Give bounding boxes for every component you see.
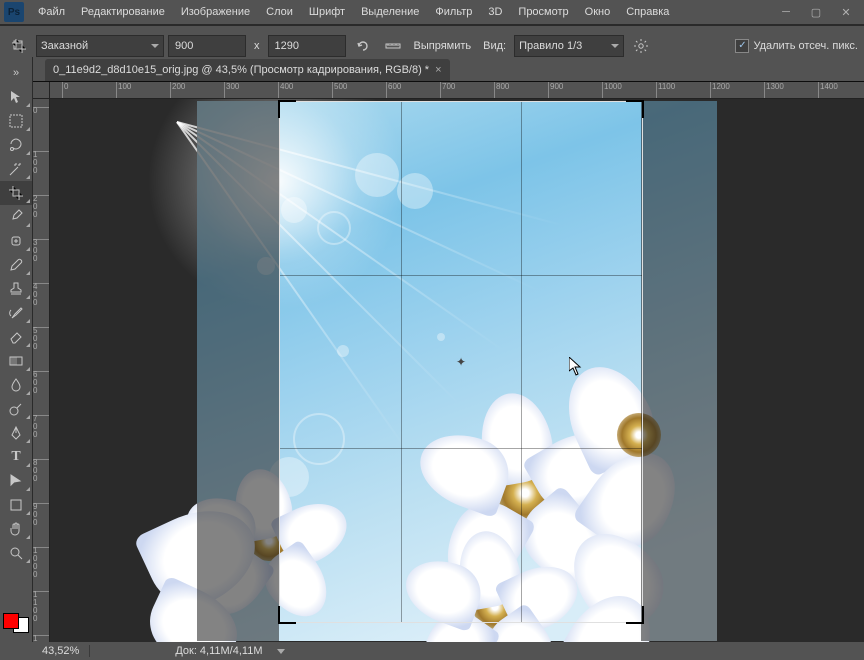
view-label: Вид: xyxy=(479,40,510,52)
window-minimize-icon[interactable]: ─ xyxy=(772,3,800,21)
tab-close-icon[interactable]: × xyxy=(435,64,441,76)
crop-tool-icon[interactable] xyxy=(6,33,32,59)
tool-rect-marquee[interactable] xyxy=(0,109,32,133)
app-logo-ps[interactable]: Ps xyxy=(4,2,24,22)
tool-eyedropper[interactable] xyxy=(0,205,32,229)
crop-center-icon: ✦ xyxy=(456,355,466,369)
tool-lasso[interactable] xyxy=(0,133,32,157)
straighten-button[interactable]: Выпрямить xyxy=(410,40,476,52)
crop-height-input[interactable]: 1290 xyxy=(268,35,346,57)
menu-edit[interactable]: Редактирование xyxy=(73,0,173,24)
document-tab[interactable]: 0_11e9d2_d8d10e15_orig.jpg @ 43,5% (Прос… xyxy=(45,59,450,81)
tool-brush[interactable] xyxy=(0,253,32,277)
menu-type[interactable]: Шрифт xyxy=(301,0,353,24)
toolbox: » T xyxy=(0,57,33,642)
canvas-viewport[interactable]: ✦ xyxy=(50,99,864,642)
clear-crop-icon[interactable] xyxy=(350,33,376,59)
status-zoom[interactable]: 43,52% xyxy=(32,645,90,657)
ratio-label: Заказной xyxy=(41,40,88,52)
tool-healing[interactable] xyxy=(0,229,32,253)
ratio-dropdown[interactable]: Заказной xyxy=(36,35,164,57)
menu-image[interactable]: Изображение xyxy=(173,0,258,24)
tool-zoom[interactable] xyxy=(0,541,32,565)
tool-move[interactable] xyxy=(0,85,32,109)
tool-eraser[interactable] xyxy=(0,325,32,349)
window-close-icon[interactable]: ✕ xyxy=(832,3,860,21)
crop-options-gear-icon[interactable] xyxy=(628,33,654,59)
ruler-vertical[interactable]: 0100200300400500600700800900100011001200 xyxy=(33,99,50,642)
menu-filter[interactable]: Фильтр xyxy=(427,0,480,24)
color-swatches[interactable] xyxy=(4,614,28,632)
tool-crop[interactable] xyxy=(0,181,32,205)
delete-cropped-label: Удалить отсеч. пикс. xyxy=(753,40,858,52)
menu-layers[interactable]: Слои xyxy=(258,0,301,24)
view-mode-value: Правило 1/3 xyxy=(519,40,582,52)
tool-shape[interactable] xyxy=(0,493,32,517)
tool-pen[interactable] xyxy=(0,421,32,445)
window-maximize-icon[interactable]: ▢ xyxy=(802,3,830,21)
crop-width-input[interactable]: 900 xyxy=(168,35,246,57)
menu-help[interactable]: Справка xyxy=(618,0,677,24)
swatch-foreground[interactable] xyxy=(3,613,19,629)
status-menu-arrow-icon[interactable] xyxy=(277,649,285,654)
menu-file[interactable]: Файл xyxy=(30,0,73,24)
document-area: 0_11e9d2_d8d10e15_orig.jpg @ 43,5% (Прос… xyxy=(33,57,864,642)
crop-handle-tr[interactable] xyxy=(626,100,644,118)
menu-3d[interactable]: 3D xyxy=(480,0,510,24)
crop-handle-br[interactable] xyxy=(626,606,644,624)
document-tabs: 0_11e9d2_d8d10e15_orig.jpg @ 43,5% (Прос… xyxy=(33,57,864,82)
document-tab-title: 0_11e9d2_d8d10e15_orig.jpg @ 43,5% (Прос… xyxy=(53,64,429,76)
tool-hand[interactable] xyxy=(0,517,32,541)
tool-magic-wand[interactable] xyxy=(0,157,32,181)
menu-window[interactable]: Окно xyxy=(577,0,619,24)
crop-handle-tl[interactable] xyxy=(278,100,296,118)
delete-cropped-checkbox[interactable]: ✓ Удалить отсеч. пикс. xyxy=(735,39,858,53)
status-bar: 43,52% Док: 4,11M/4,11M xyxy=(0,642,864,660)
menu-view[interactable]: Просмотр xyxy=(510,0,576,24)
cursor-icon xyxy=(569,357,585,380)
view-mode-dropdown[interactable]: Правило 1/3 xyxy=(514,35,624,57)
tool-stamp[interactable] xyxy=(0,277,32,301)
tool-blur[interactable] xyxy=(0,373,32,397)
tool-dodge[interactable] xyxy=(0,397,32,421)
crop-box[interactable]: ✦ xyxy=(279,101,643,623)
tool-history-brush[interactable] xyxy=(0,301,32,325)
ruler-horizontal[interactable]: 0100200300400500600700800900100011001200… xyxy=(33,82,864,99)
dimension-separator: x xyxy=(250,40,264,52)
status-doc-size[interactable]: Док: 4,11M/4,11M xyxy=(165,645,272,657)
tool-type[interactable]: T xyxy=(0,445,32,469)
flyout-arrow-icon[interactable]: » xyxy=(0,61,32,85)
canvas-image[interactable]: ✦ xyxy=(197,101,717,641)
menu-select[interactable]: Выделение xyxy=(353,0,427,24)
tool-path-select[interactable] xyxy=(0,469,32,493)
crop-handle-bl[interactable] xyxy=(278,606,296,624)
check-icon: ✓ xyxy=(738,41,746,51)
straighten-icon[interactable] xyxy=(380,33,406,59)
top-menu-bar: Ps Файл Редактирование Изображение Слои … xyxy=(0,0,864,25)
tool-gradient[interactable] xyxy=(0,349,32,373)
